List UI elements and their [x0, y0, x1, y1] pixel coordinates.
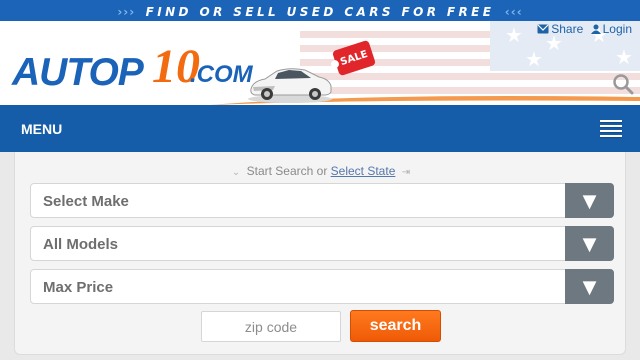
header-links: Share Login	[533, 22, 632, 36]
banner-left-arrows: ›››	[117, 5, 136, 19]
banner-tagline: FIND OR SELL USED CARS FOR FREE	[145, 5, 495, 19]
nav-bar: MENU	[0, 105, 640, 152]
dropdown-arrow-icon[interactable]: ▼	[565, 183, 614, 218]
sign-in-icon: ⇥	[401, 167, 411, 178]
share-icon	[537, 24, 549, 34]
site-header: ★ ★ ★ ★ ★ AUTOP 10 .COM SALE Share Login	[0, 21, 640, 105]
dropdown-arrow-icon[interactable]: ▼	[565, 269, 614, 304]
share-link[interactable]: Share	[537, 22, 586, 36]
search-hint: ⌄ Start Search or Select State ⇥	[15, 164, 627, 178]
logo-auto-text: AUTOP	[12, 51, 144, 94]
make-select[interactable]: Select Make ▼	[30, 183, 614, 218]
menu-label[interactable]: MENU	[21, 121, 62, 137]
top-banner: ››› FIND OR SELL USED CARS FOR FREE ‹‹‹	[0, 0, 640, 21]
share-label: Share	[551, 22, 584, 36]
car-image	[248, 68, 332, 103]
zip-code-input[interactable]	[201, 311, 341, 342]
login-link[interactable]: Login	[590, 22, 632, 36]
dropdown-arrow-icon[interactable]: ▼	[565, 226, 614, 261]
hint-prefix: Start Search or	[246, 164, 328, 178]
magnifier-icon[interactable]	[612, 73, 634, 95]
select-state-link[interactable]: Select State	[331, 164, 396, 178]
hamburger-icon[interactable]	[600, 120, 622, 138]
model-select-label: All Models	[43, 236, 119, 253]
price-select-label: Max Price	[43, 279, 114, 296]
make-select-label: Select Make	[43, 193, 129, 210]
search-panel: ⌄ Start Search or Select State ⇥ Select …	[14, 152, 626, 355]
search-button[interactable]: search	[350, 310, 441, 342]
model-select[interactable]: All Models ▼	[30, 226, 614, 261]
login-label: Login	[602, 22, 632, 36]
user-icon	[590, 24, 601, 34]
logo-com-text: .COM	[190, 61, 253, 88]
banner-right-arrows: ‹‹‹	[504, 5, 523, 19]
price-select[interactable]: Max Price ▼	[30, 269, 614, 304]
chevron-down-icon: ⌄	[231, 167, 241, 178]
